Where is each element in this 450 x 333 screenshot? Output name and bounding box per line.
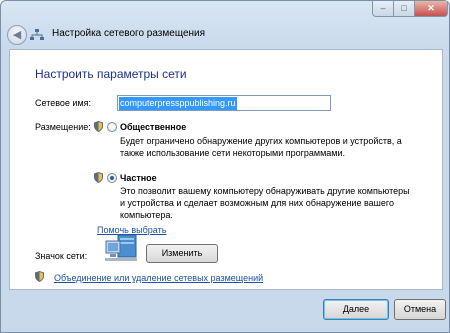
- window-title: Настройка сетевого размещения: [52, 28, 206, 39]
- public-option-title: Общественное: [120, 122, 187, 132]
- merge-delete-locations-link[interactable]: Объединение или удаление сетевых размеще…: [54, 273, 263, 283]
- close-button[interactable]: ✕: [414, 1, 448, 17]
- change-icon-button[interactable]: Изменить: [146, 244, 218, 263]
- cancel-button[interactable]: Отмена: [394, 299, 446, 320]
- page-heading: Настроить параметры сети: [35, 67, 187, 81]
- public-option-description: Будет ограничено обнаружение других комп…: [120, 136, 402, 158]
- network-name-value: computerpressppublishing.ru: [119, 97, 237, 110]
- maximize-icon: □: [401, 3, 407, 13]
- network-name-input[interactable]: computerpressppublishing.ru: [117, 95, 331, 111]
- close-icon: ✕: [427, 3, 435, 13]
- network-name-label: Сетевое имя:: [35, 98, 92, 108]
- minimize-icon: –: [380, 3, 386, 13]
- uac-shield-icon: [35, 271, 44, 282]
- minimize-button[interactable]: –: [372, 1, 394, 17]
- back-arrow-icon: ◀: [12, 29, 22, 41]
- network-icon: [30, 29, 44, 40]
- shield-icon: [94, 172, 103, 183]
- shield-icon: [94, 121, 103, 132]
- placement-label: Размещение:: [35, 122, 91, 132]
- next-button[interactable]: Далее: [323, 299, 389, 320]
- public-radio[interactable]: [107, 122, 117, 132]
- maximize-button[interactable]: □: [393, 1, 415, 17]
- back-button[interactable]: ◀: [7, 25, 27, 45]
- content-panel: Настроить параметры сети Сетевое имя: co…: [9, 49, 443, 290]
- dialog-window: – □ ✕ ◀ Настройка сетевого размещения На…: [0, 0, 450, 333]
- private-option-title: Частное: [120, 173, 157, 183]
- private-option-description: Это позволит вашему компьютеру обнаружив…: [120, 186, 410, 220]
- network-icon-label: Значок сети:: [35, 251, 88, 261]
- private-radio[interactable]: [107, 173, 117, 183]
- network-computer-icon: [105, 234, 137, 261]
